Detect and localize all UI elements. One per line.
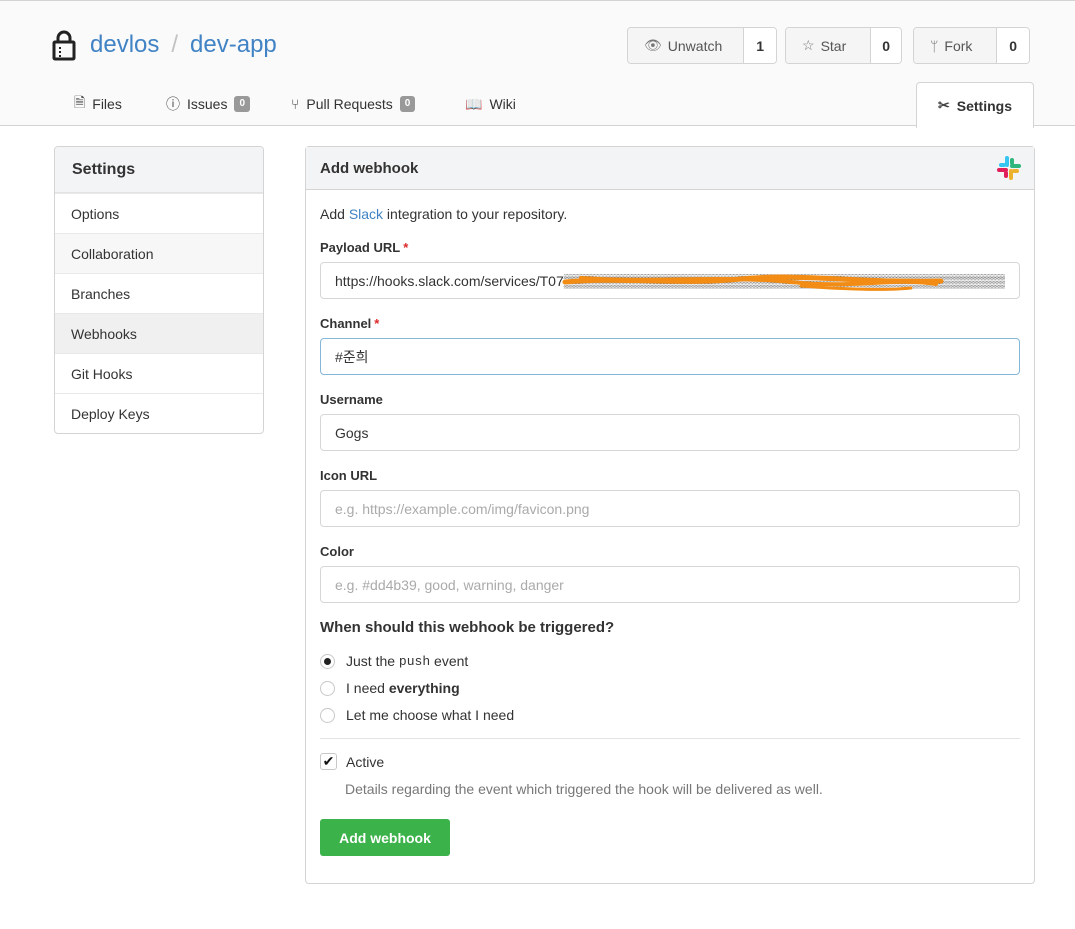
panel-header: Add webhook [306, 147, 1034, 190]
username-input[interactable] [320, 414, 1020, 451]
tools-icon: ✂ [938, 97, 950, 113]
payload-url-label: Payload URL * [320, 240, 408, 255]
slack-icon [997, 156, 1021, 180]
sidebar-item-deploy-keys[interactable]: Deploy Keys [55, 393, 263, 433]
sidebar-title: Settings [55, 147, 263, 193]
radio-everything[interactable] [320, 680, 335, 696]
tab-wiki-label: Wiki [489, 96, 516, 112]
sidebar-item-branches[interactable]: Branches [55, 273, 263, 313]
repo-title: devlos / dev-app [52, 25, 277, 65]
active-checkbox[interactable]: ✔ [320, 753, 337, 770]
book-icon: 📖 [465, 95, 483, 112]
fork-button[interactable]: ᛘ Fork 0 [913, 27, 1030, 64]
opt1-suffix: event [434, 653, 469, 669]
lock-icon [52, 30, 76, 61]
sidebar-item-collaboration[interactable]: Collaboration [55, 233, 263, 273]
tab-files-label: Files [92, 96, 122, 112]
issues-count-badge: 0 [234, 96, 251, 112]
issue-icon: ⓘ [166, 96, 180, 112]
panel-title: Add webhook [320, 159, 419, 177]
color-input[interactable] [320, 566, 1020, 603]
repo-owner-link[interactable]: devlos [90, 31, 159, 59]
channel-label: Channel * [320, 316, 379, 331]
star-button[interactable]: ☆ Star 0 [785, 27, 902, 64]
watch-button[interactable]: 👁 Unwatch 1 [627, 27, 777, 64]
pull-request-icon: ⑂ [291, 96, 300, 112]
payload-url-label-text: Payload URL [320, 240, 401, 255]
repo-name-link[interactable]: dev-app [190, 31, 277, 59]
form-divider [320, 738, 1020, 739]
eye-icon: 👁 [644, 37, 662, 53]
star-count[interactable]: 0 [871, 28, 901, 63]
trigger-option-everything[interactable]: I need everything [320, 680, 460, 696]
channel-label-text: Channel [320, 316, 372, 331]
tab-settings[interactable]: ✂ Settings [916, 82, 1034, 128]
opt3-label: Let me choose what I need [346, 707, 515, 723]
watch-label: Unwatch [667, 37, 723, 54]
tab-issues[interactable]: ⓘ Issues 0 [166, 81, 251, 127]
sidebar-item-options[interactable]: Options [55, 193, 263, 233]
form-description: Add Slack integration to your repository… [320, 206, 567, 222]
file-icon: 🗎 [74, 94, 86, 110]
star-label: Star [820, 37, 847, 54]
webhook-form-panel: Add webhook Add Slack integration to you… [305, 146, 1035, 884]
fork-icon: ᛘ [930, 37, 939, 54]
trigger-option-choose[interactable]: Let me choose what I need [320, 707, 514, 723]
radio-choose[interactable] [320, 707, 335, 723]
fork-count[interactable]: 0 [997, 28, 1029, 63]
channel-input[interactable] [320, 338, 1020, 375]
sidebar-item-webhooks[interactable]: Webhooks [55, 313, 263, 353]
active-help-text: Details regarding the event which trigge… [345, 781, 823, 797]
color-label: Color [320, 544, 354, 559]
add-webhook-button[interactable]: Add webhook [320, 819, 450, 856]
tab-issues-label: Issues [187, 96, 228, 112]
icon-url-input[interactable] [320, 490, 1020, 527]
tab-files[interactable]: 🗎 Files [74, 81, 122, 127]
radio-push[interactable] [320, 653, 335, 669]
repo-header: devlos / dev-app 👁 Unwatch 1 ☆ Star 0 ᛘ For… [0, 0, 1075, 128]
desc-prefix: Add [320, 206, 349, 222]
opt1-code: push [398, 653, 431, 669]
tab-settings-label: Settings [956, 97, 1012, 114]
settings-sidebar: Settings Options Collaboration Branches … [54, 146, 264, 434]
trigger-title: When should this webhook be triggered? [320, 619, 615, 636]
desc-suffix: integration to your repository. [383, 206, 568, 222]
active-checkbox-row[interactable]: ✔ Active [320, 753, 384, 770]
trigger-option-push[interactable]: Just the push event [320, 653, 468, 669]
redaction-scribble [562, 274, 944, 291]
repo-separator: / [171, 31, 179, 58]
required-mark: * [374, 316, 380, 331]
tab-pull-requests-label: Pull Requests [306, 96, 393, 112]
pull-requests-count-badge: 0 [399, 96, 416, 112]
slack-link[interactable]: Slack [349, 206, 383, 222]
fork-label: Fork [944, 37, 973, 54]
repo-tabs: 🗎 Files ⓘ Issues 0 ⑂ Pull Requests 0 📖 Wiki ✂ S… [0, 81, 1075, 128]
watch-count[interactable]: 1 [744, 28, 776, 63]
required-mark: * [403, 240, 409, 255]
username-label: Username [320, 392, 383, 407]
opt2-prefix: I need [346, 680, 385, 696]
opt2-bold: everything [388, 680, 460, 696]
tab-pull-requests[interactable]: ⑂ Pull Requests 0 [291, 81, 416, 127]
sidebar-item-git-hooks[interactable]: Git Hooks [55, 353, 263, 393]
star-icon: ☆ [802, 37, 815, 53]
icon-url-label: Icon URL [320, 468, 378, 483]
tab-wiki[interactable]: 📖 Wiki [465, 81, 516, 127]
opt1-prefix: Just the [346, 653, 396, 669]
active-label: Active [346, 753, 385, 770]
